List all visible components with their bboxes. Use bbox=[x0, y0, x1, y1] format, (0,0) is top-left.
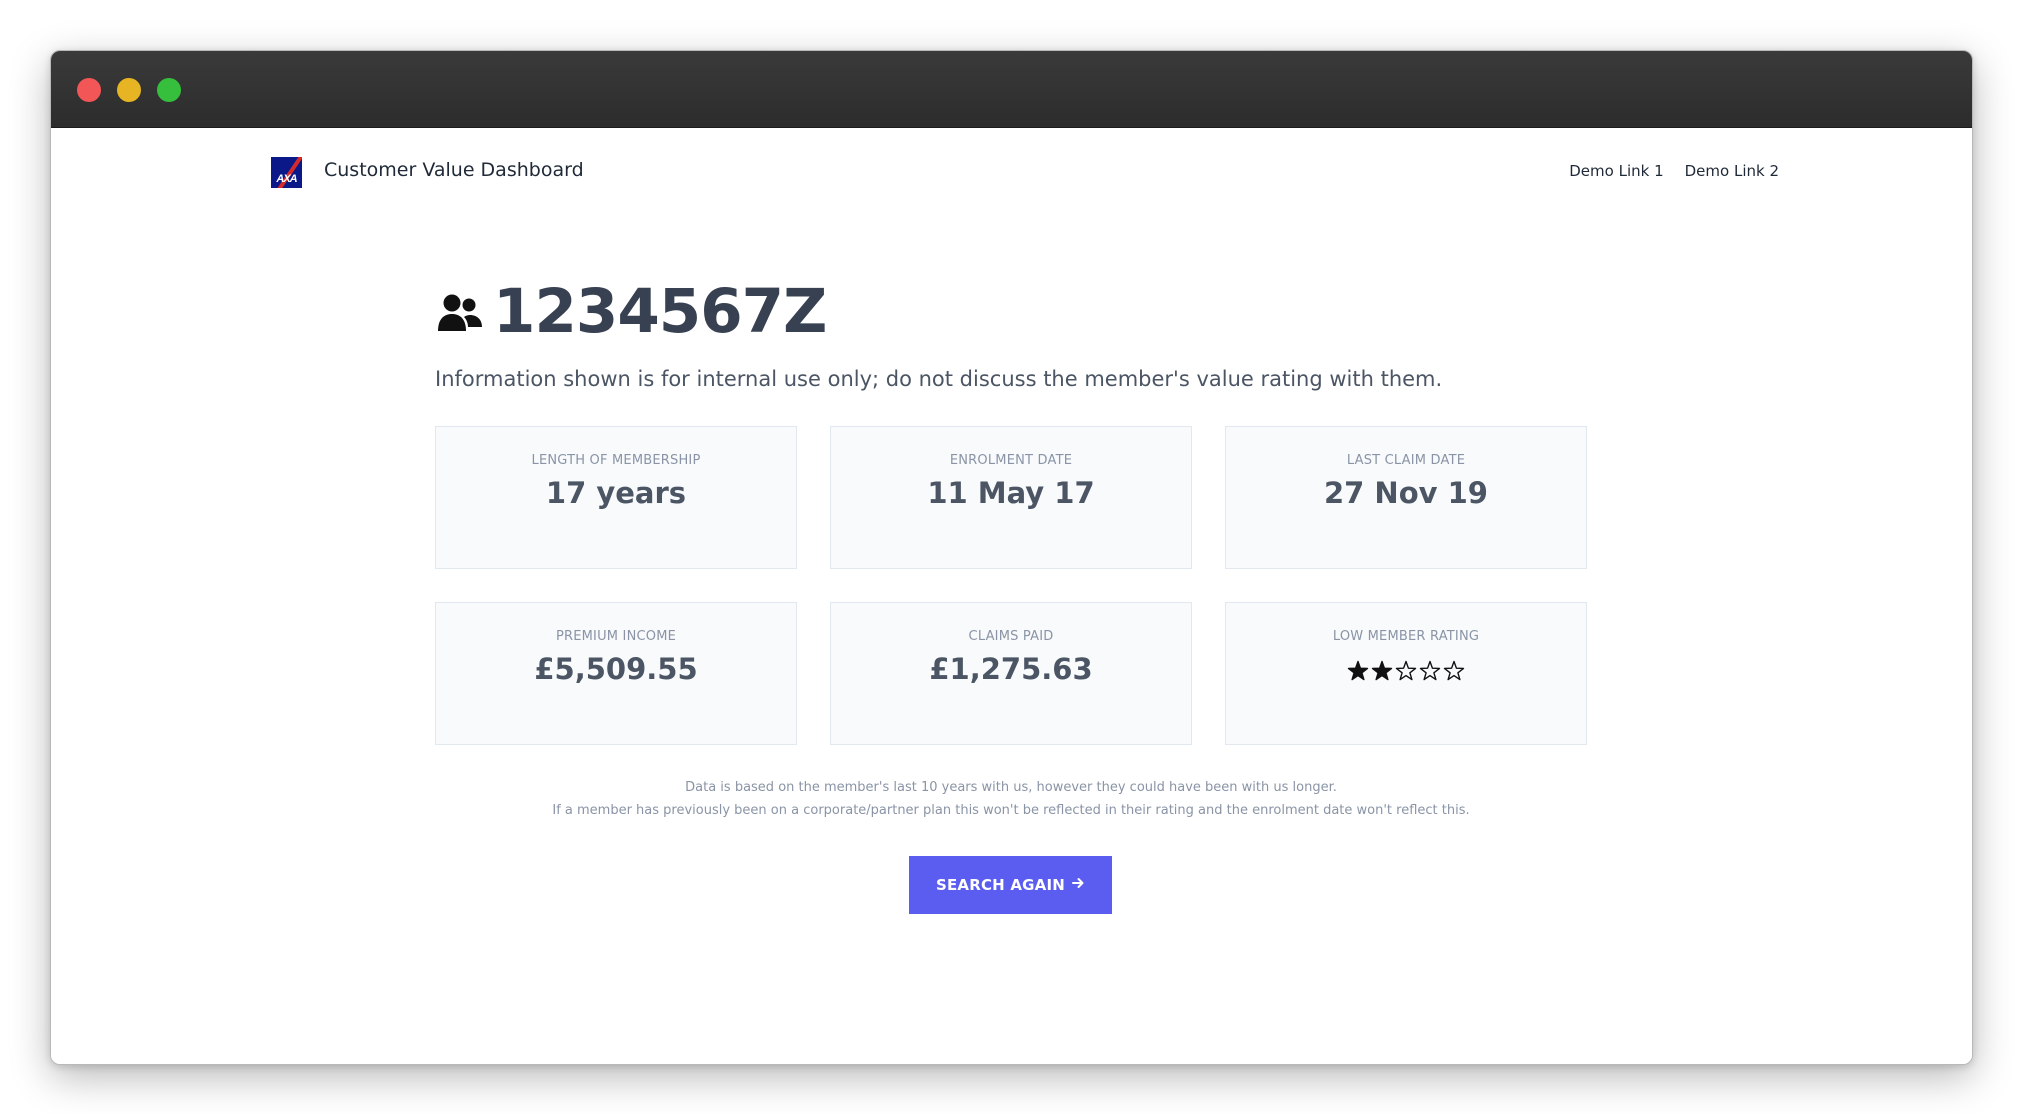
top-nav: Demo Link 1 Demo Link 2 bbox=[1541, 162, 1779, 180]
star-empty-icon bbox=[1395, 660, 1417, 681]
stat-label: PREMIUM INCOME bbox=[555, 629, 677, 644]
stat-card-enrolment-date: ENROLMENT DATE 11 May 17 bbox=[830, 426, 1192, 569]
arrow-right-icon bbox=[1071, 876, 1085, 894]
stat-label: CLAIMS PAID bbox=[968, 629, 1054, 644]
star-filled-icon bbox=[1347, 660, 1369, 681]
minimize-window-button[interactable] bbox=[117, 78, 141, 102]
stat-value: 27 Nov 19 bbox=[1323, 476, 1488, 510]
axa-logo[interactable]: AXA bbox=[271, 157, 302, 188]
stat-label: ENROLMENT DATE bbox=[949, 453, 1073, 468]
stats-grid: LENGTH OF MEMBERSHIP 17 years ENROLMENT … bbox=[435, 426, 1587, 745]
member-id-heading: 1234567Z bbox=[493, 276, 827, 347]
stat-value: £1,275.63 bbox=[929, 652, 1093, 686]
stat-label: LAST CLAIM DATE bbox=[1346, 453, 1466, 468]
logo-text: AXA bbox=[276, 173, 297, 185]
window-titlebar bbox=[51, 51, 1972, 128]
users-icon bbox=[437, 293, 483, 338]
rating-label: LOW MEMBER RATING bbox=[1332, 629, 1480, 644]
search-again-button[interactable]: SEARCH AGAIN bbox=[909, 856, 1112, 914]
browser-window: AXA Customer Value Dashboard Demo Link 1… bbox=[50, 50, 1973, 1065]
stat-value: 17 years bbox=[545, 476, 687, 510]
star-empty-icon bbox=[1443, 660, 1465, 681]
stat-card-member-rating: LOW MEMBER RATING bbox=[1225, 602, 1587, 745]
corporate-plan-disclaimer: If a member has previously been on a cor… bbox=[552, 803, 1470, 818]
internal-use-notice: Information shown is for internal use on… bbox=[435, 367, 1443, 391]
stat-label: LENGTH OF MEMBERSHIP bbox=[531, 453, 701, 468]
data-disclaimer: Data is based on the member's last 10 ye… bbox=[685, 780, 1337, 795]
star-rating bbox=[1226, 660, 1586, 686]
close-window-button[interactable] bbox=[77, 78, 101, 102]
stat-card-claims-paid: CLAIMS PAID £1,275.63 bbox=[830, 602, 1192, 745]
page-content: AXA Customer Value Dashboard Demo Link 1… bbox=[51, 128, 1972, 1064]
stat-card-premium-income: PREMIUM INCOME £5,509.55 bbox=[435, 602, 797, 745]
stat-value: 11 May 17 bbox=[927, 476, 1095, 510]
nav-link-demo-1[interactable]: Demo Link 1 bbox=[1569, 162, 1663, 180]
stat-card-length-of-membership: LENGTH OF MEMBERSHIP 17 years bbox=[435, 426, 797, 569]
stat-card-last-claim-date: LAST CLAIM DATE 27 Nov 19 bbox=[1225, 426, 1587, 569]
star-empty-icon bbox=[1419, 660, 1441, 681]
stat-value: £5,509.55 bbox=[534, 652, 698, 686]
nav-link-demo-2[interactable]: Demo Link 2 bbox=[1685, 162, 1779, 180]
maximize-window-button[interactable] bbox=[157, 78, 181, 102]
star-filled-icon bbox=[1371, 660, 1393, 681]
app-title[interactable]: Customer Value Dashboard bbox=[324, 159, 584, 181]
search-again-label: SEARCH AGAIN bbox=[935, 876, 1066, 894]
